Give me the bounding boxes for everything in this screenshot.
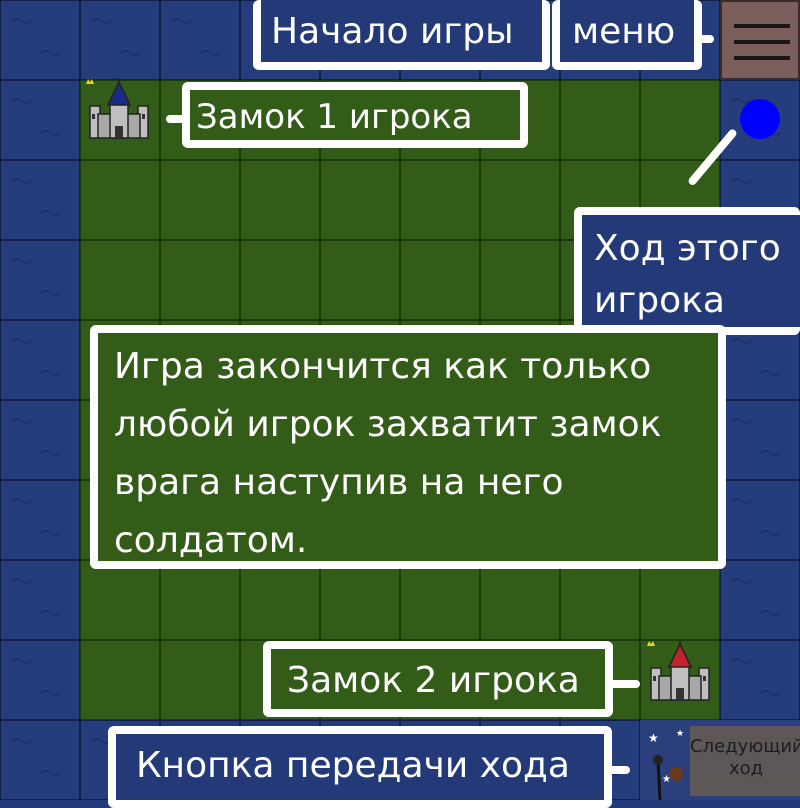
grass-tile[interactable] xyxy=(640,560,720,640)
castle2-callout-text: Замок 2 игрока xyxy=(287,660,580,701)
water-tile[interactable] xyxy=(160,0,240,80)
castle1-callout: Замок 1 игрока xyxy=(182,82,528,148)
hamburger-icon-bar xyxy=(734,40,790,44)
castle2-callout: Замок 2 игрока xyxy=(263,641,613,717)
water-tile[interactable] xyxy=(720,480,800,560)
grass-tile[interactable] xyxy=(480,240,560,320)
next-turn-label-line1: Следующий xyxy=(690,736,800,757)
grass-tile[interactable] xyxy=(400,560,480,640)
grass-tile[interactable] xyxy=(560,80,640,160)
grass-tile[interactable] xyxy=(240,240,320,320)
current-player-callout: Ход этого игрока xyxy=(574,207,800,335)
svg-text:★: ★ xyxy=(676,729,684,739)
grass-tile[interactable] xyxy=(80,160,160,240)
grass-tile[interactable] xyxy=(240,160,320,240)
water-tile[interactable] xyxy=(0,0,80,80)
current-player-indicator xyxy=(740,99,780,139)
grass-tile[interactable] xyxy=(160,240,240,320)
grass-tile[interactable] xyxy=(160,640,240,720)
water-tile[interactable] xyxy=(0,400,80,480)
water-tile[interactable] xyxy=(0,640,80,720)
game-start-callout-text: Начало игры xyxy=(271,11,514,52)
grass-tile[interactable] xyxy=(480,160,560,240)
water-tile[interactable] xyxy=(0,80,80,160)
next-turn-label: Следующий ход xyxy=(690,736,800,780)
current-player-callout-text: Ход этого игрока xyxy=(594,228,781,321)
grass-tile[interactable] xyxy=(560,560,640,640)
hamburger-icon-bar xyxy=(734,56,790,60)
water-tile[interactable] xyxy=(720,560,800,640)
water-tile[interactable] xyxy=(0,240,80,320)
grass-tile[interactable] xyxy=(320,160,400,240)
grass-tile[interactable] xyxy=(480,560,560,640)
castle-player1-icon[interactable] xyxy=(84,78,154,148)
water-tile[interactable] xyxy=(0,320,80,400)
menu-callout: меню xyxy=(552,0,702,70)
svg-text:★: ★ xyxy=(648,731,659,745)
water-tile[interactable] xyxy=(0,160,80,240)
grass-tile[interactable] xyxy=(320,240,400,320)
castle1-callout-text: Замок 1 игрока xyxy=(196,97,473,137)
castle-player2-icon[interactable] xyxy=(645,640,715,710)
water-tile[interactable] xyxy=(0,480,80,560)
rules-callout: Игра закончится как только любой игрок з… xyxy=(90,325,726,569)
grass-tile[interactable] xyxy=(80,560,160,640)
menu-callout-text: меню xyxy=(572,11,676,52)
next-turn-callout: Кнопка передачи хода xyxy=(108,726,612,808)
water-tile[interactable] xyxy=(80,0,160,80)
water-tile[interactable] xyxy=(0,720,80,800)
rules-callout-text: Игра закончится как только любой игрок з… xyxy=(114,346,662,561)
next-turn-callout-text: Кнопка передачи хода xyxy=(136,745,570,786)
menu-button[interactable] xyxy=(720,0,800,80)
hamburger-icon-bar xyxy=(734,24,790,28)
water-tile[interactable] xyxy=(720,640,800,720)
next-turn-label-line2: ход xyxy=(728,758,764,779)
grass-tile[interactable] xyxy=(80,640,160,720)
next-turn-button[interactable]: ★ ★ ★ Следующий ход xyxy=(640,720,800,800)
water-tile[interactable] xyxy=(0,560,80,640)
grass-tile[interactable] xyxy=(80,240,160,320)
water-tile[interactable] xyxy=(720,400,800,480)
grass-tile[interactable] xyxy=(320,560,400,640)
grass-tile[interactable] xyxy=(160,560,240,640)
grass-tile[interactable] xyxy=(640,80,720,160)
grass-tile[interactable] xyxy=(400,240,480,320)
game-start-callout: Начало игры xyxy=(253,0,550,70)
grass-tile[interactable] xyxy=(400,160,480,240)
grass-tile[interactable] xyxy=(240,560,320,640)
grass-tile[interactable] xyxy=(160,160,240,240)
